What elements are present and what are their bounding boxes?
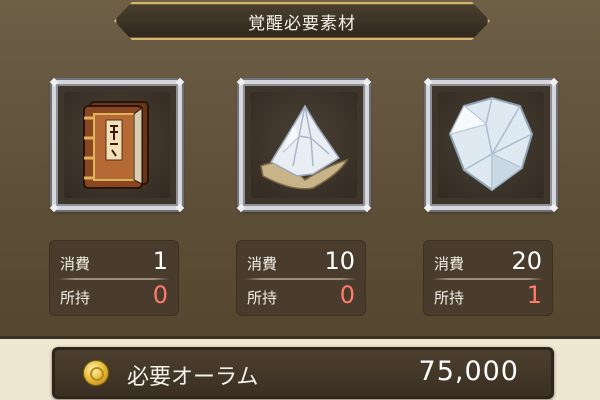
consume-row: 消費 1 <box>60 247 168 277</box>
book-icon <box>83 101 149 189</box>
consume-row: 消費 20 <box>434 247 542 277</box>
material-slot-crystal-shard[interactable] <box>236 77 372 213</box>
title-banner: 覚醒必要素材 <box>114 2 490 40</box>
consume-value: 10 <box>324 247 355 275</box>
consume-value: 1 <box>152 247 168 275</box>
owned-value: 0 <box>152 281 168 309</box>
divider <box>58 278 170 280</box>
required-aurum-value: 75,000 <box>418 356 519 387</box>
owned-row: 所持 0 <box>60 281 168 311</box>
owned-label: 所持 <box>247 289 278 307</box>
consume-label: 消費 <box>60 255 91 273</box>
panel-title: 覚醒必要素材 <box>248 14 356 34</box>
consume-label: 消費 <box>247 255 278 273</box>
owned-label: 所持 <box>434 289 465 307</box>
required-aurum-bar: 必要オーラム 75,000 <box>52 347 554 399</box>
owned-row: 所持 0 <box>247 281 355 311</box>
owned-row: 所持 1 <box>434 281 542 311</box>
divider <box>432 278 544 280</box>
owned-label: 所持 <box>60 289 91 307</box>
aurum-coin-icon <box>83 360 109 386</box>
divider <box>245 278 357 280</box>
crystal-icon <box>448 96 534 192</box>
material-slot-crystal[interactable] <box>423 77 559 213</box>
consume-value: 20 <box>511 247 542 275</box>
material-stat-box-1: 消費 1 所持 0 <box>49 240 179 316</box>
material-stat-box-2: 消費 10 所持 0 <box>236 240 366 316</box>
owned-value: 0 <box>339 281 355 309</box>
required-aurum-label: 必要オーラム <box>127 365 259 390</box>
crystal-shard-icon <box>260 104 349 190</box>
awakening-materials-panel: 覚醒必要素材 消費 1 所持 0 消費 10 所持 0 消費 20 所持 1 <box>0 0 600 339</box>
material-slot-book[interactable] <box>49 77 185 213</box>
consume-row: 消費 10 <box>247 247 355 277</box>
material-stat-box-3: 消費 20 所持 1 <box>423 240 553 316</box>
owned-value: 1 <box>526 281 542 309</box>
consume-label: 消費 <box>434 255 465 273</box>
